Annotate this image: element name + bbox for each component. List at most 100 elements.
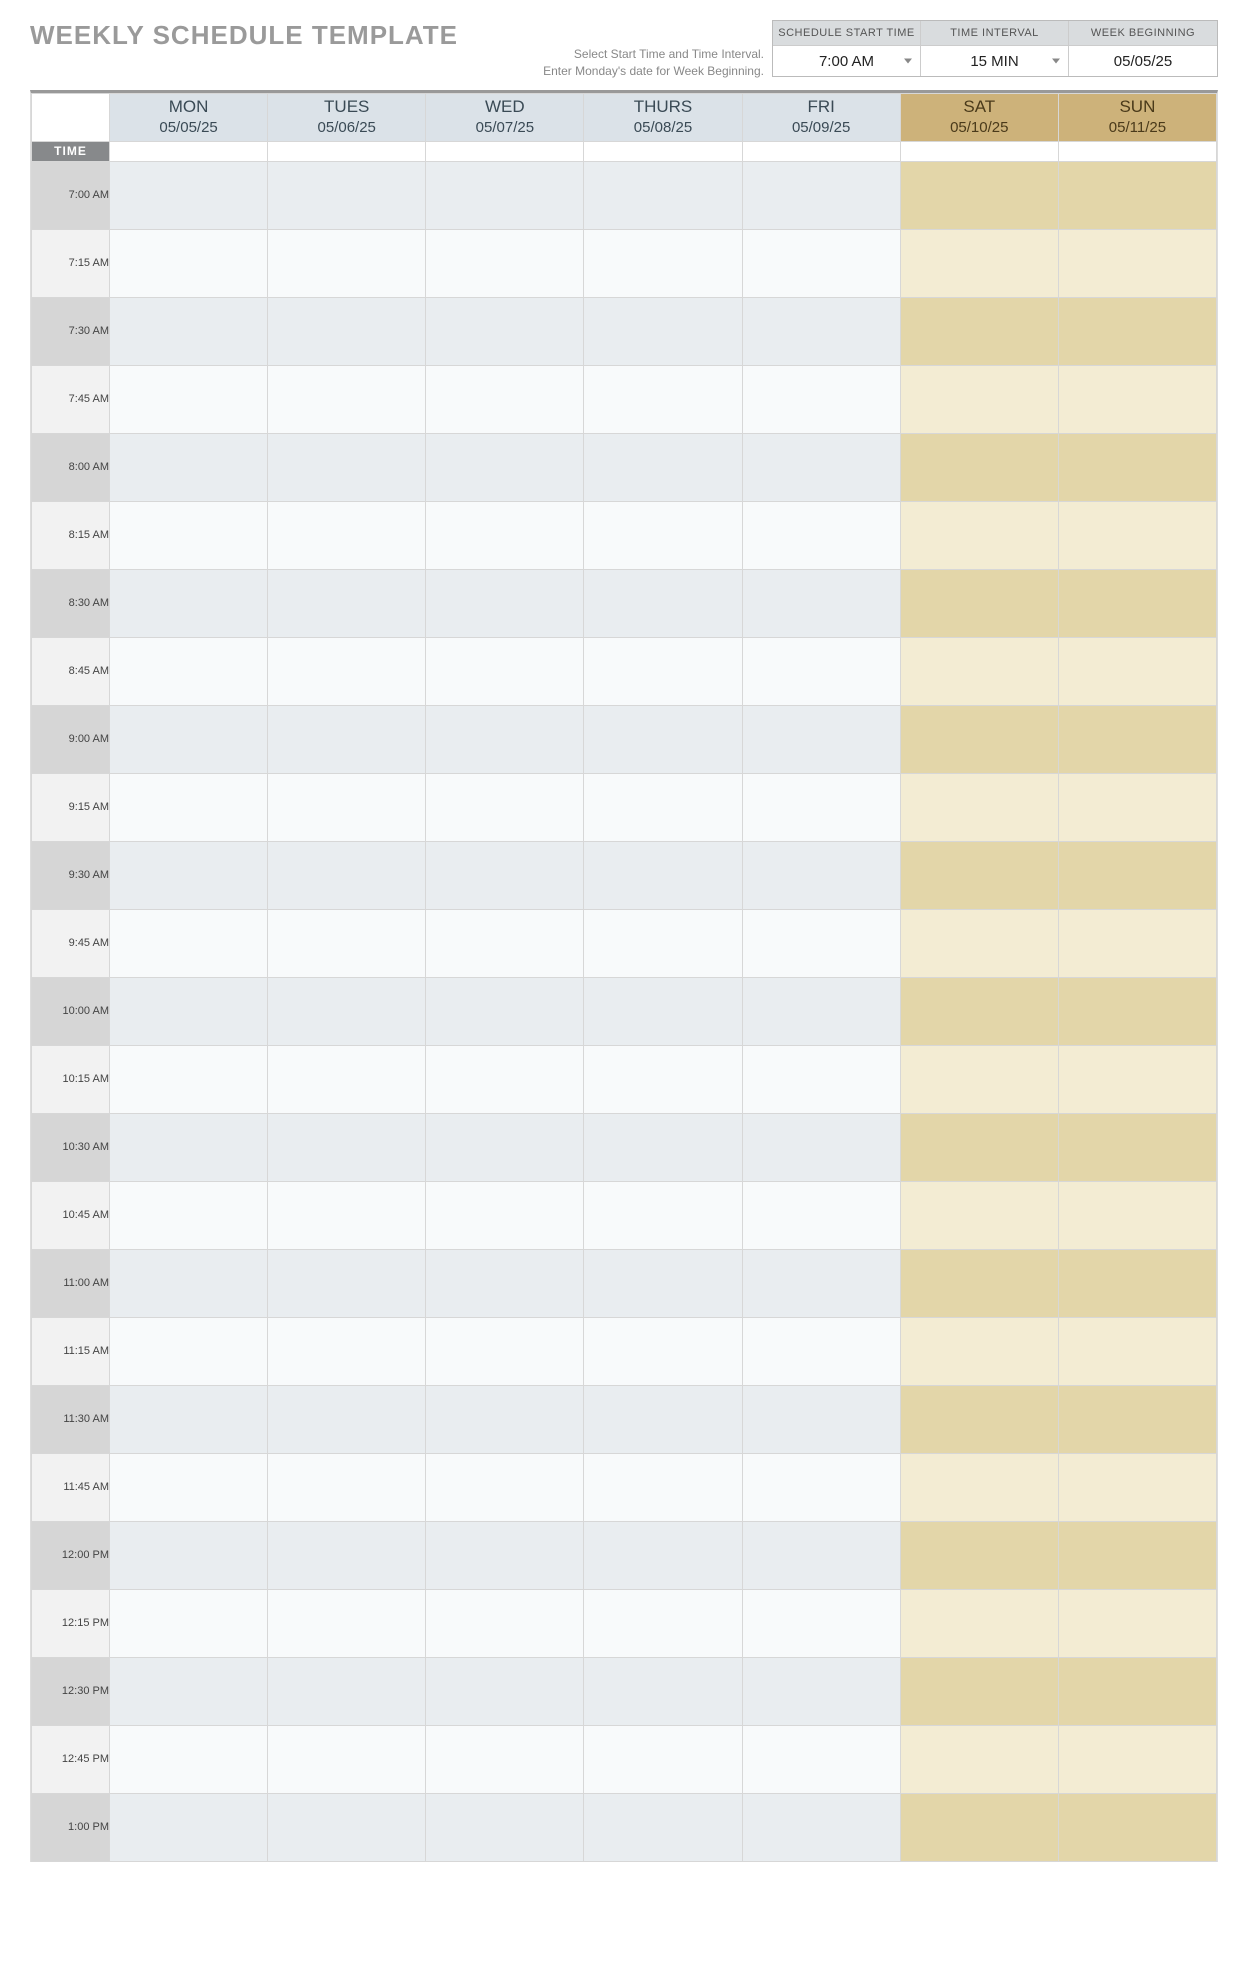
schedule-cell[interactable] xyxy=(426,1725,584,1793)
schedule-cell[interactable] xyxy=(268,433,426,501)
schedule-cell[interactable] xyxy=(584,433,742,501)
schedule-cell[interactable] xyxy=(426,1045,584,1113)
schedule-cell[interactable] xyxy=(742,1589,900,1657)
schedule-cell[interactable] xyxy=(584,1249,742,1317)
schedule-cell[interactable] xyxy=(1058,1725,1216,1793)
schedule-cell[interactable] xyxy=(584,1045,742,1113)
schedule-cell[interactable] xyxy=(900,1113,1058,1181)
schedule-cell[interactable] xyxy=(584,569,742,637)
schedule-cell[interactable] xyxy=(110,1657,268,1725)
schedule-cell[interactable] xyxy=(426,1181,584,1249)
schedule-cell[interactable] xyxy=(426,569,584,637)
schedule-cell[interactable] xyxy=(268,161,426,229)
schedule-cell[interactable] xyxy=(426,909,584,977)
schedule-cell[interactable] xyxy=(110,841,268,909)
schedule-cell[interactable] xyxy=(110,1045,268,1113)
schedule-cell[interactable] xyxy=(1058,909,1216,977)
schedule-cell[interactable] xyxy=(742,637,900,705)
schedule-cell[interactable] xyxy=(110,773,268,841)
schedule-cell[interactable] xyxy=(110,1725,268,1793)
schedule-cell[interactable] xyxy=(584,1317,742,1385)
schedule-cell[interactable] xyxy=(1058,1521,1216,1589)
schedule-cell[interactable] xyxy=(110,1113,268,1181)
schedule-cell[interactable] xyxy=(110,1181,268,1249)
schedule-cell[interactable] xyxy=(110,501,268,569)
schedule-cell[interactable] xyxy=(268,1385,426,1453)
schedule-cell[interactable] xyxy=(900,161,1058,229)
schedule-cell[interactable] xyxy=(268,1453,426,1521)
schedule-cell[interactable] xyxy=(584,841,742,909)
schedule-cell[interactable] xyxy=(742,365,900,433)
schedule-cell[interactable] xyxy=(584,773,742,841)
schedule-cell[interactable] xyxy=(900,1589,1058,1657)
schedule-cell[interactable] xyxy=(584,229,742,297)
schedule-cell[interactable] xyxy=(268,1521,426,1589)
schedule-cell[interactable] xyxy=(584,1793,742,1861)
schedule-cell[interactable] xyxy=(900,1725,1058,1793)
schedule-cell[interactable] xyxy=(742,1657,900,1725)
schedule-cell[interactable] xyxy=(110,909,268,977)
schedule-cell[interactable] xyxy=(584,637,742,705)
schedule-cell[interactable] xyxy=(900,569,1058,637)
schedule-cell[interactable] xyxy=(900,1045,1058,1113)
schedule-cell[interactable] xyxy=(584,1725,742,1793)
schedule-cell[interactable] xyxy=(110,1521,268,1589)
schedule-cell[interactable] xyxy=(1058,637,1216,705)
schedule-cell[interactable] xyxy=(1058,229,1216,297)
schedule-cell[interactable] xyxy=(110,1317,268,1385)
schedule-cell[interactable] xyxy=(110,365,268,433)
schedule-cell[interactable] xyxy=(1058,1589,1216,1657)
schedule-cell[interactable] xyxy=(1058,1385,1216,1453)
schedule-cell[interactable] xyxy=(584,1453,742,1521)
schedule-cell[interactable] xyxy=(742,501,900,569)
schedule-cell[interactable] xyxy=(110,705,268,773)
schedule-cell[interactable] xyxy=(426,161,584,229)
schedule-cell[interactable] xyxy=(426,433,584,501)
schedule-cell[interactable] xyxy=(426,977,584,1045)
schedule-cell[interactable] xyxy=(900,229,1058,297)
schedule-cell[interactable] xyxy=(1058,841,1216,909)
schedule-cell[interactable] xyxy=(900,1385,1058,1453)
schedule-cell[interactable] xyxy=(900,977,1058,1045)
schedule-cell[interactable] xyxy=(268,909,426,977)
schedule-cell[interactable] xyxy=(110,1793,268,1861)
schedule-cell[interactable] xyxy=(584,365,742,433)
schedule-cell[interactable] xyxy=(742,1385,900,1453)
schedule-cell[interactable] xyxy=(1058,433,1216,501)
interval-dropdown[interactable]: 15 MIN xyxy=(921,46,1068,76)
schedule-cell[interactable] xyxy=(1058,161,1216,229)
schedule-cell[interactable] xyxy=(742,297,900,365)
schedule-cell[interactable] xyxy=(742,1181,900,1249)
schedule-cell[interactable] xyxy=(426,1113,584,1181)
schedule-cell[interactable] xyxy=(1058,1113,1216,1181)
schedule-cell[interactable] xyxy=(1058,1249,1216,1317)
schedule-cell[interactable] xyxy=(1058,501,1216,569)
schedule-cell[interactable] xyxy=(742,1249,900,1317)
schedule-cell[interactable] xyxy=(742,841,900,909)
schedule-cell[interactable] xyxy=(268,501,426,569)
schedule-cell[interactable] xyxy=(426,637,584,705)
schedule-cell[interactable] xyxy=(110,569,268,637)
schedule-cell[interactable] xyxy=(1058,705,1216,773)
schedule-cell[interactable] xyxy=(1058,1657,1216,1725)
schedule-cell[interactable] xyxy=(268,1045,426,1113)
schedule-cell[interactable] xyxy=(742,909,900,977)
schedule-cell[interactable] xyxy=(900,773,1058,841)
schedule-cell[interactable] xyxy=(268,977,426,1045)
schedule-cell[interactable] xyxy=(584,1181,742,1249)
schedule-cell[interactable] xyxy=(268,1793,426,1861)
schedule-cell[interactable] xyxy=(426,229,584,297)
schedule-cell[interactable] xyxy=(426,501,584,569)
schedule-cell[interactable] xyxy=(426,1793,584,1861)
schedule-cell[interactable] xyxy=(110,229,268,297)
schedule-cell[interactable] xyxy=(426,1657,584,1725)
schedule-cell[interactable] xyxy=(742,569,900,637)
schedule-cell[interactable] xyxy=(900,1521,1058,1589)
schedule-cell[interactable] xyxy=(268,1181,426,1249)
schedule-cell[interactable] xyxy=(1058,297,1216,365)
schedule-cell[interactable] xyxy=(900,705,1058,773)
schedule-cell[interactable] xyxy=(584,161,742,229)
schedule-cell[interactable] xyxy=(742,1725,900,1793)
schedule-cell[interactable] xyxy=(426,841,584,909)
schedule-cell[interactable] xyxy=(110,637,268,705)
